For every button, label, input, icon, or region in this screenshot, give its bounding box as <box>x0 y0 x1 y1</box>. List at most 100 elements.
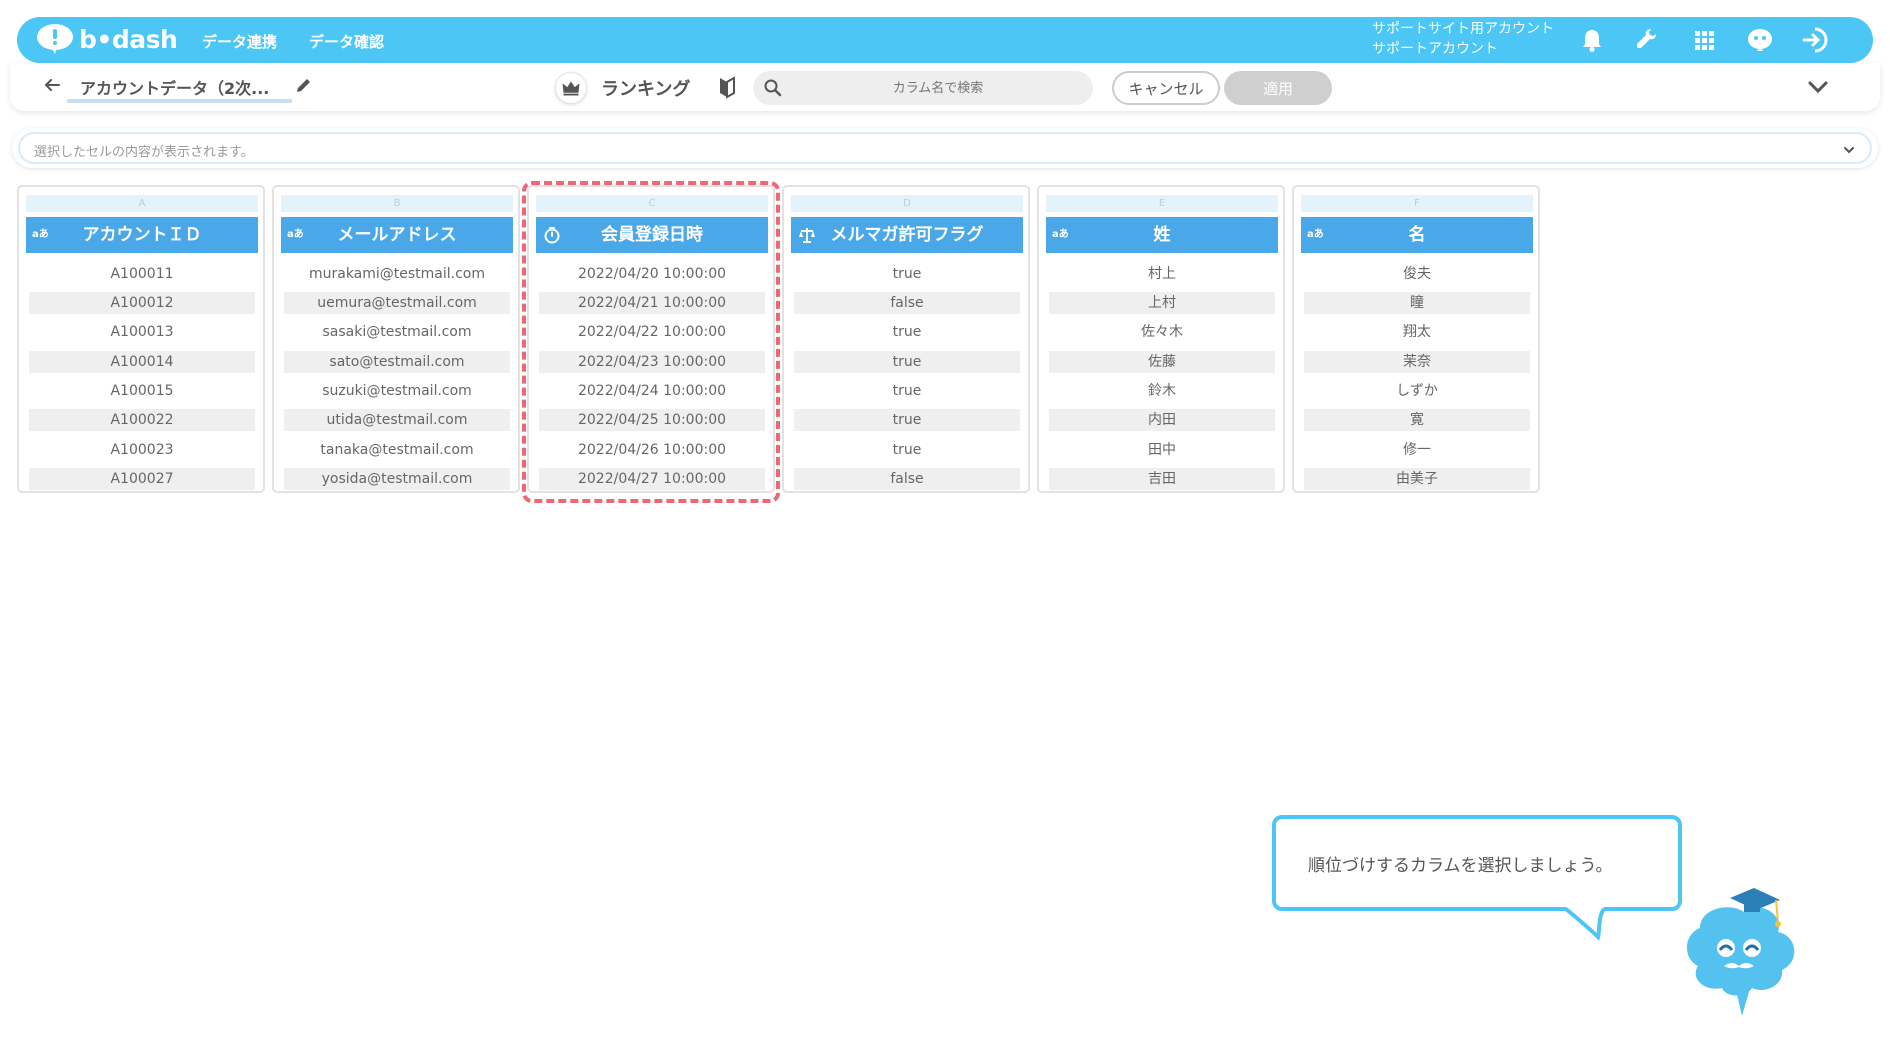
table-cell[interactable]: 茉奈 <box>1304 351 1530 373</box>
apps-grid-icon[interactable] <box>1689 25 1719 55</box>
account-info[interactable]: サポートサイト用アカウント サポートアカウント <box>1372 19 1554 59</box>
table-cell[interactable]: A100023 <box>29 439 255 461</box>
table-cell[interactable]: sasaki@testmail.com <box>284 321 510 343</box>
expand-chevron-icon[interactable] <box>1840 141 1858 159</box>
table-cell[interactable]: 瞳 <box>1304 292 1530 314</box>
nav-data-integration[interactable]: データ連携 <box>202 31 277 52</box>
table-cell[interactable]: sato@testmail.com <box>284 351 510 373</box>
table-cell[interactable]: true <box>794 409 1020 431</box>
table-cell[interactable]: A100013 <box>29 321 255 343</box>
mascot-character <box>1686 888 1795 1016</box>
account-user: サポートアカウント <box>1372 41 1498 57</box>
table-cell[interactable]: yosida@testmail.com <box>284 468 510 490</box>
dataset-title-underline <box>67 99 292 103</box>
text-type-icon: aあ <box>32 229 49 240</box>
search-icon <box>764 79 782 97</box>
table-cell[interactable]: 村上 <box>1049 263 1275 285</box>
cell-content-bar: 選択したセルの内容が表示されます。 <box>12 128 1878 168</box>
table-cell[interactable]: A100012 <box>29 292 255 314</box>
table-cell[interactable]: suzuki@testmail.com <box>284 380 510 402</box>
column-header[interactable]: aあ 姓 <box>1046 217 1278 253</box>
cell-content-placeholder: 選択したセルの内容が表示されます。 <box>34 145 254 160</box>
table-cell[interactable]: 田中 <box>1049 439 1275 461</box>
ranking-toolbar: アカウントデータ（2次... ランキング キャンセル 適用 <box>10 63 1880 111</box>
table-cell[interactable]: 内田 <box>1049 409 1275 431</box>
guide-message: 順位づけするカラムを選択しましょう。 <box>1308 856 1613 876</box>
column-letter: E <box>1046 195 1278 212</box>
column-header[interactable]: aあ メールアドレス <box>281 217 513 253</box>
table-cell[interactable]: false <box>794 292 1020 314</box>
apply-button[interactable]: 適用 <box>1224 71 1332 105</box>
table-cell[interactable]: utida@testmail.com <box>284 409 510 431</box>
table-cell[interactable]: 鈴木 <box>1049 380 1275 402</box>
wrench-icon[interactable] <box>1632 25 1662 55</box>
table-cell[interactable]: 上村 <box>1049 292 1275 314</box>
column-f[interactable]: Faあ 名俊夫瞳翔太茉奈しずか寛修一由美子 <box>1292 185 1540 493</box>
column-letter: A <box>26 195 258 212</box>
table-cell[interactable]: 翔太 <box>1304 321 1530 343</box>
table-cell[interactable]: true <box>794 263 1020 285</box>
selected-column-highlight <box>522 181 780 503</box>
ranking-badge <box>555 72 587 104</box>
column-a[interactable]: Aaあ アカウントＩＤ A100011 A100012 A100013 A100014 A1… <box>17 185 265 493</box>
column-letter: B <box>281 195 513 212</box>
logout-icon[interactable] <box>1800 25 1830 55</box>
table-cell[interactable]: 由美子 <box>1304 468 1530 490</box>
table-cell[interactable]: uemura@testmail.com <box>284 292 510 314</box>
logo-bubble-icon <box>37 24 73 54</box>
column-letter: F <box>1301 195 1533 212</box>
table-cell[interactable]: tanaka@testmail.com <box>284 439 510 461</box>
column-search-input[interactable] <box>793 75 1083 101</box>
ranking-label: ランキング <box>601 79 691 100</box>
table-cell[interactable]: A100011 <box>29 263 255 285</box>
chevron-down-icon[interactable] <box>1805 74 1831 100</box>
table-cell[interactable]: A100022 <box>29 409 255 431</box>
column-letter: D <box>791 195 1023 212</box>
table-cell[interactable]: A100015 <box>29 380 255 402</box>
guide-speech-bubble: 順位づけするカラムを選択しましょう。 <box>1272 815 1682 941</box>
cell-content-field[interactable]: 選択したセルの内容が表示されます。 <box>18 132 1872 164</box>
pencil-icon[interactable] <box>294 75 314 95</box>
logo-text: b•dash <box>79 24 178 54</box>
column-e[interactable]: Eaあ 姓村上上村佐々木佐藤鈴木内田田中吉田 <box>1037 185 1285 493</box>
column-header-label: 名 <box>1408 225 1426 245</box>
table-cell[interactable]: 佐藤 <box>1049 351 1275 373</box>
text-type-icon: aあ <box>1052 229 1069 240</box>
column-header[interactable]: メルマガ許可フラグ <box>791 217 1023 253</box>
back-arrow-icon[interactable] <box>40 73 64 97</box>
table-cell[interactable]: 佐々木 <box>1049 321 1275 343</box>
dataset-title[interactable]: アカウントデータ（2次... <box>80 75 269 99</box>
table-cell[interactable]: A100027 <box>29 468 255 490</box>
table-cell[interactable]: 寛 <box>1304 409 1530 431</box>
table-cell[interactable]: false <box>794 468 1020 490</box>
column-header-label: メールアドレス <box>337 225 457 245</box>
table-cell[interactable]: しずか <box>1304 380 1530 402</box>
scale-type-icon <box>799 228 815 243</box>
column-header[interactable]: aあ 名 <box>1301 217 1533 253</box>
column-header[interactable]: aあ アカウントＩＤ <box>26 217 258 253</box>
table-cell[interactable]: true <box>794 439 1020 461</box>
cancel-button[interactable]: キャンセル <box>1112 71 1220 105</box>
assistant-mascot-icon[interactable] <box>1745 25 1775 55</box>
bdash-logo[interactable]: b•dash <box>35 23 178 55</box>
table-cell[interactable]: 修一 <box>1304 439 1530 461</box>
nav-data-check[interactable]: データ確認 <box>309 31 384 52</box>
bubble-tail <box>1564 907 1606 941</box>
table-cell[interactable]: A100014 <box>29 351 255 373</box>
text-type-icon: aあ <box>287 229 304 240</box>
column-header-label: 姓 <box>1153 225 1171 245</box>
column-header-label: メルマガ許可フラグ <box>830 225 984 245</box>
table-cell[interactable]: true <box>794 351 1020 373</box>
bell-icon[interactable] <box>1577 25 1607 55</box>
table-cell[interactable]: 俊夫 <box>1304 263 1530 285</box>
account-name: サポートサイト用アカウント <box>1372 21 1554 37</box>
column-b[interactable]: Baあ メールアドレス murakami@testmail.com uemura@te… <box>272 185 520 493</box>
column-search <box>753 71 1093 105</box>
beginner-mark-icon[interactable] <box>715 75 739 99</box>
table-cell[interactable]: true <box>794 321 1020 343</box>
text-type-icon: aあ <box>1307 229 1324 240</box>
table-cell[interactable]: 吉田 <box>1049 468 1275 490</box>
table-cell[interactable]: murakami@testmail.com <box>284 263 510 285</box>
table-cell[interactable]: true <box>794 380 1020 402</box>
column-d[interactable]: D メルマガ許可フラグ true false true true true true true f… <box>782 185 1030 493</box>
